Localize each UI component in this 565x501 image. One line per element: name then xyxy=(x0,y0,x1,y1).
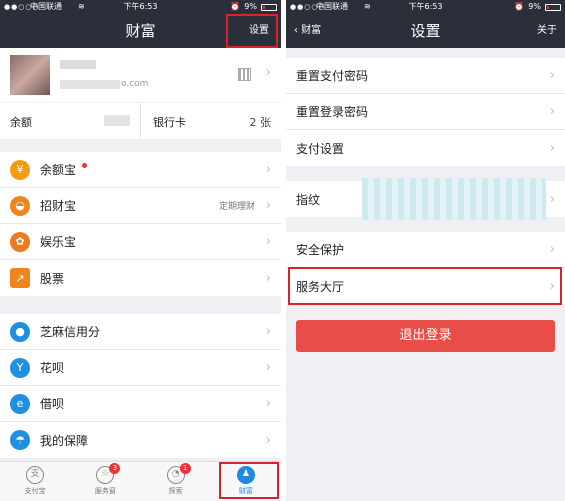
yulebao-icon: ✿ xyxy=(10,231,30,252)
huabei-icon: Y xyxy=(10,357,30,378)
list-item-subtitle: 定期理财 xyxy=(218,202,255,212)
chevron-right-icon: › xyxy=(265,234,271,249)
alarm-icon: ⏰ xyxy=(230,2,241,11)
zhaocaibao-icon: ◒ xyxy=(10,195,30,216)
tab-explore[interactable]: ◔ 1 探索 xyxy=(141,462,211,501)
list-item-label: 花呗 xyxy=(40,361,65,375)
wifi-icon: ≋ xyxy=(78,2,85,11)
payment-settings-row[interactable]: 支付设置 › xyxy=(286,130,565,166)
badge-count: 1 xyxy=(179,463,191,474)
wealth-screen: ●●○○○ 中国联通 ≋ 下午6:53 ⏰ 9% 财富 设置 o.com › 余额… xyxy=(0,0,281,501)
navigation-bar: ‹ 财富 设置 关于 xyxy=(286,14,565,48)
settings-highlight-box xyxy=(226,14,278,48)
tab-alipay[interactable]: 支 支付宝 xyxy=(0,462,70,501)
qr-code-icon[interactable] xyxy=(238,68,251,81)
status-time: 下午6:53 xyxy=(408,2,443,11)
status-time: 下午6:53 xyxy=(123,2,158,11)
chevron-right-icon: › xyxy=(549,140,555,156)
wealth-products-list: ¥ 余额宝 › ◒ 招财宝 定期理财 › ✿ 娱乐宝 › ↗ 股票 › xyxy=(0,152,281,296)
settings-screen: ●●○○○ 中国联通 ≋ 下午6:53 ⏰ 9% ‹ 财富 设置 关于 重置支付密… xyxy=(286,0,565,501)
row-label: 安全保护 xyxy=(296,243,345,257)
chevron-right-icon: › xyxy=(265,270,271,286)
list-item-huabei[interactable]: Y 花呗 › xyxy=(0,350,281,386)
alipay-tab-icon: 支 xyxy=(26,466,45,484)
account-email-suffix: o.com xyxy=(121,79,149,89)
avatar xyxy=(10,55,50,95)
status-bar: ●●○○○ 中国联通 ≋ 下午6:53 ⏰ 9% xyxy=(0,0,281,14)
chevron-right-icon: › xyxy=(265,396,271,411)
umbrella-icon: ☂ xyxy=(10,430,30,450)
profile-name-redacted xyxy=(60,60,96,69)
jiebei-icon: e xyxy=(10,393,30,414)
list-item-yuebao[interactable]: ¥ 余额宝 › xyxy=(0,152,281,188)
wifi-icon: ≋ xyxy=(364,2,371,11)
chevron-right-icon: › xyxy=(265,198,271,213)
list-item-label: 余额宝 xyxy=(40,163,77,177)
stock-icon: ↗ xyxy=(10,268,30,288)
row-label: 重置登录密码 xyxy=(296,105,369,119)
battery-percent: 9% xyxy=(528,2,541,11)
badge-count: 3 xyxy=(109,463,121,474)
balance-bar: 余额 银行卡 2 张 xyxy=(0,103,281,139)
status-bar: ●●○○○ 中国联通 ≋ 下午6:53 ⏰ 9% xyxy=(286,0,565,14)
battery-icon xyxy=(261,3,277,11)
list-item-insurance[interactable]: ☂ 我的保障 › xyxy=(0,422,281,458)
row-label: 指纹 xyxy=(296,192,321,207)
tab-service-window[interactable]: ☆ 3 服务窗 xyxy=(70,462,140,501)
chevron-right-icon: › xyxy=(549,191,555,207)
security-protection-row[interactable]: 安全保护 › xyxy=(286,232,565,268)
chevron-right-icon: › xyxy=(549,68,555,83)
reset-login-password-row[interactable]: 重置登录密码 › xyxy=(286,94,565,130)
balance-cell[interactable]: 余额 xyxy=(0,103,141,139)
tab-label: 支付宝 xyxy=(24,487,46,495)
list-item-yulebao[interactable]: ✿ 娱乐宝 › xyxy=(0,224,281,260)
list-item-jiebei[interactable]: e 借呗 › xyxy=(0,386,281,422)
page-title: 设置 xyxy=(410,22,441,40)
carrier-label: 中国联通 xyxy=(30,2,62,11)
bankcard-label: 银行卡 xyxy=(153,116,186,129)
chevron-right-icon: › xyxy=(549,104,555,119)
list-item-label: 股票 xyxy=(40,271,65,286)
bankcard-cell[interactable]: 银行卡 2 张 xyxy=(141,103,281,139)
chevron-right-icon: › xyxy=(265,324,271,339)
profile-card[interactable]: o.com › xyxy=(0,48,281,102)
yuebao-icon: ¥ xyxy=(10,159,30,180)
chevron-right-icon: › xyxy=(265,360,271,375)
row-label: 重置支付密码 xyxy=(296,69,369,83)
chevron-right-icon: › xyxy=(265,162,271,177)
password-settings-list: 重置支付密码 › 重置登录密码 › 支付设置 › xyxy=(286,58,565,166)
redacted-area xyxy=(362,178,546,220)
logout-button[interactable]: 退出登录 xyxy=(296,320,555,352)
list-item-label: 我的保障 xyxy=(40,433,89,448)
battery-icon xyxy=(545,3,561,11)
tab-label: 探索 xyxy=(168,487,183,495)
list-item-sesame-credit[interactable]: ● 芝麻信用分 › xyxy=(0,314,281,350)
tab-label: 服务窗 xyxy=(94,487,116,495)
bankcard-count: 2 张 xyxy=(249,116,272,129)
list-item-label: 芝麻信用分 xyxy=(40,325,101,339)
sesame-credit-icon: ● xyxy=(10,321,30,342)
list-item-stock[interactable]: ↗ 股票 › xyxy=(0,260,281,296)
balance-label: 余额 xyxy=(10,116,32,129)
chevron-right-icon: › xyxy=(549,242,555,257)
list-item-zhaocaibao[interactable]: ◒ 招财宝 定期理财 › xyxy=(0,188,281,224)
list-item-label: 借呗 xyxy=(40,397,65,411)
account-redacted xyxy=(60,79,120,89)
about-button[interactable]: 关于 xyxy=(537,14,557,48)
alarm-icon: ⏰ xyxy=(514,2,525,11)
reset-payment-password-row[interactable]: 重置支付密码 › xyxy=(286,58,565,94)
balance-amount-redacted xyxy=(104,115,130,126)
list-item-label: 招财宝 xyxy=(40,199,77,213)
chevron-right-icon: › xyxy=(265,432,271,448)
notification-dot xyxy=(82,163,88,168)
chevron-right-icon: › xyxy=(265,65,271,80)
row-label: 支付设置 xyxy=(296,141,345,156)
list-item-label: 娱乐宝 xyxy=(40,235,77,249)
credit-services-list: ● 芝麻信用分 › Y 花呗 › e 借呗 › ☂ 我的保障 › xyxy=(0,314,281,458)
carrier-label: 中国联通 xyxy=(316,2,348,11)
service-hall-highlight-box xyxy=(288,267,562,305)
wealth-tab-highlight-box xyxy=(219,462,279,499)
battery-percent: 9% xyxy=(244,2,257,11)
